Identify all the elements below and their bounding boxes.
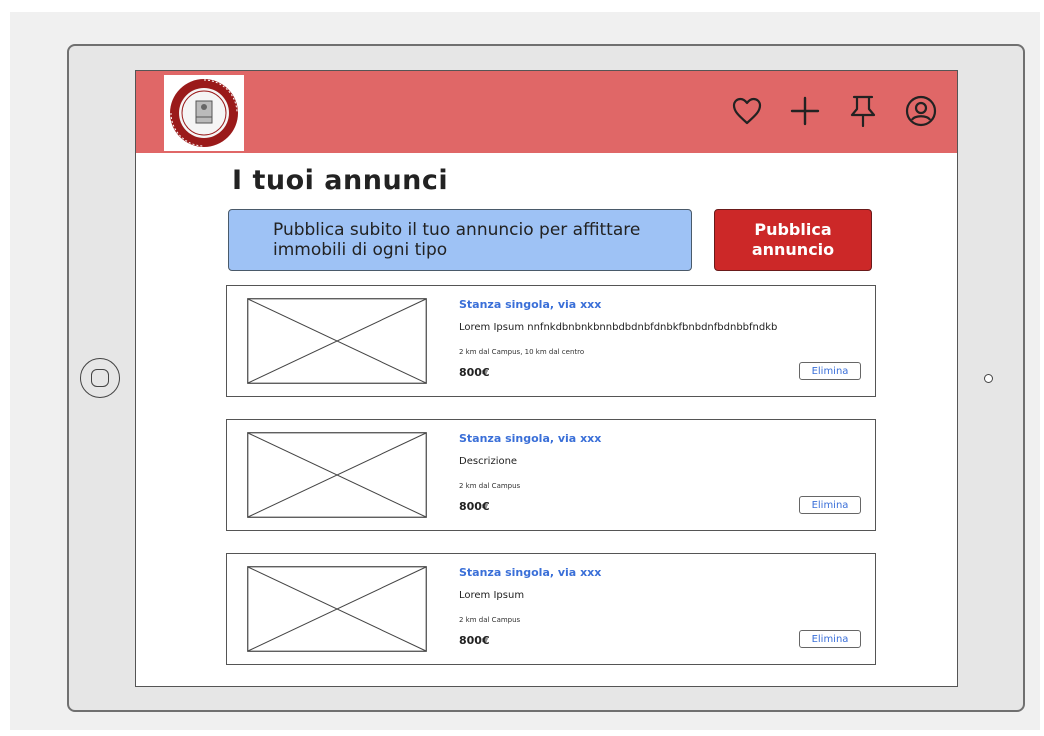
image-placeholder-icon xyxy=(247,298,427,384)
listing-distance: 2 km dal Campus xyxy=(459,482,521,490)
heart-icon xyxy=(732,97,762,125)
listing-title[interactable]: Stanza singola, via xxx xyxy=(459,298,601,311)
pinned-button[interactable] xyxy=(845,93,881,129)
add-button[interactable] xyxy=(787,93,823,129)
profile-button[interactable] xyxy=(903,93,939,129)
listing-description: Descrizione xyxy=(459,456,518,467)
image-placeholder-icon xyxy=(247,432,427,518)
publish-listing-button[interactable]: Pubblica annuncio xyxy=(714,209,872,271)
app-header xyxy=(136,71,957,153)
header-actions xyxy=(729,91,939,131)
listing-card[interactable]: Stanza singola, via xxx Lorem Ipsum nnfn… xyxy=(226,285,876,397)
plus-icon xyxy=(790,96,820,126)
listing-price: 800€ xyxy=(459,366,490,379)
university-logo[interactable] xyxy=(164,75,244,151)
listing-description: Lorem Ipsum xyxy=(459,590,525,601)
camera-icon xyxy=(984,374,993,383)
listing-price: 800€ xyxy=(459,500,490,513)
home-button[interactable] xyxy=(80,358,120,398)
page-title: I tuoi annunci xyxy=(232,165,449,196)
listing-title[interactable]: Stanza singola, via xxx xyxy=(459,432,601,445)
app-screen: I tuoi annunci Pubblica subito il tuo an… xyxy=(135,70,958,687)
listing-price: 800€ xyxy=(459,634,490,647)
listing-distance: 2 km dal Campus, 10 km dal centro xyxy=(459,348,585,356)
listing-card[interactable]: Stanza singola, via xxx Descrizione 2 km… xyxy=(226,419,876,531)
listing-card[interactable]: Stanza singola, via xxx Lorem Ipsum 2 km… xyxy=(226,553,876,665)
listing-description: Lorem Ipsum nnfnkdbnbnkbnnbdbdnbfdnbkfbn… xyxy=(459,322,778,333)
delete-button[interactable]: Elimina xyxy=(799,362,861,380)
home-button-square-icon xyxy=(91,369,109,387)
listing-distance: 2 km dal Campus xyxy=(459,616,521,624)
pin-icon xyxy=(850,95,876,127)
seal-icon xyxy=(170,79,238,147)
promo-banner: Pubblica subito il tuo annuncio per affi… xyxy=(228,209,692,271)
delete-button[interactable]: Elimina xyxy=(799,630,861,648)
listing-title[interactable]: Stanza singola, via xxx xyxy=(459,566,601,579)
delete-button[interactable]: Elimina xyxy=(799,496,861,514)
favorites-button[interactable] xyxy=(729,93,765,129)
user-icon xyxy=(905,95,937,127)
image-placeholder-icon xyxy=(247,566,427,652)
